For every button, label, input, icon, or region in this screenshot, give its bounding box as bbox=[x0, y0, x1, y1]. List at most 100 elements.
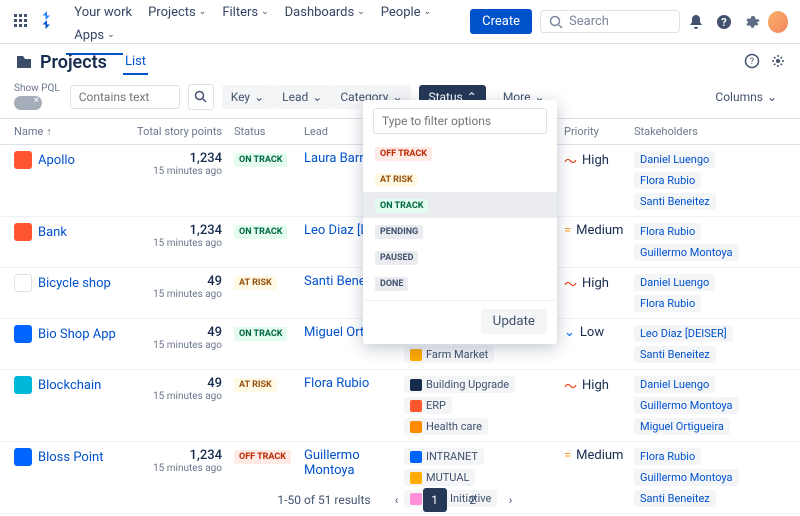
stakeholders-cell: Daniel Luengo Flora Rubio Santi Beneitez bbox=[634, 151, 800, 210]
project-name-cell[interactable]: Bank bbox=[14, 223, 124, 241]
page-next[interactable]: › bbox=[499, 488, 523, 512]
child-project-chip[interactable]: MUTUAL bbox=[404, 469, 475, 486]
nav-filters[interactable]: Filters⌄ bbox=[214, 1, 276, 24]
project-name-cell[interactable]: Blockchain bbox=[14, 376, 124, 394]
page-1[interactable]: 1 bbox=[423, 488, 447, 512]
priority-icon: 〜 bbox=[564, 274, 577, 293]
nav-dashboards[interactable]: Dashboards⌄ bbox=[277, 1, 373, 24]
status-filter-popover: OFF TRACKAT RISKON TRACKPENDINGPAUSEDDON… bbox=[363, 100, 557, 344]
status-option-off-track[interactable]: OFF TRACK bbox=[363, 140, 557, 166]
stakeholder-chip[interactable]: Miguel Ortigueira bbox=[634, 418, 730, 435]
contains-text-input[interactable] bbox=[70, 85, 180, 109]
project-name-cell[interactable]: Bicycle shop bbox=[14, 274, 124, 292]
project-icon bbox=[14, 325, 32, 343]
lead-cell[interactable]: Flora Rubio bbox=[304, 376, 404, 391]
project-name-cell[interactable]: Bloss Point bbox=[14, 448, 124, 466]
page-settings-icon[interactable] bbox=[770, 53, 786, 73]
chevron-down-icon: ⌄ bbox=[312, 90, 322, 104]
stakeholder-chip[interactable]: Leo Diaz [DEISER] bbox=[634, 325, 733, 342]
columns-button[interactable]: Columns⌄ bbox=[706, 85, 786, 109]
nav-people[interactable]: People⌄ bbox=[373, 1, 439, 24]
status-option-pending[interactable]: PENDING bbox=[363, 218, 557, 244]
status-cell: ON TRACK bbox=[234, 223, 304, 239]
project-name-cell[interactable]: Bio Shop App bbox=[14, 325, 124, 343]
user-avatar[interactable] bbox=[768, 11, 788, 33]
stakeholder-chip[interactable]: Guillermo Montoya bbox=[634, 397, 739, 414]
priority-icon: = bbox=[564, 223, 571, 238]
page-help-icon[interactable]: ? bbox=[744, 53, 760, 73]
status-cell: AT RISK bbox=[234, 376, 304, 392]
stakeholder-chip[interactable]: Daniel Luengo bbox=[634, 274, 715, 291]
page-prev[interactable]: ‹ bbox=[385, 488, 409, 512]
status-filter-input[interactable] bbox=[373, 108, 547, 134]
stakeholder-chip[interactable]: Santi Beneitez bbox=[634, 346, 716, 363]
story-points-cell: 1,23415 minutes ago bbox=[124, 223, 234, 249]
priority-icon: = bbox=[564, 448, 571, 463]
project-icon bbox=[14, 448, 32, 466]
pagination: 1-50 of 51 results ‹ 1 2 › bbox=[0, 488, 800, 512]
priority-cell: =Medium bbox=[564, 223, 634, 238]
global-search[interactable]: Search bbox=[540, 10, 680, 33]
tab-list[interactable]: List bbox=[123, 50, 148, 75]
status-option-done[interactable]: DONE bbox=[363, 270, 557, 296]
jira-logo-icon[interactable] bbox=[38, 11, 56, 33]
col-points[interactable]: Total story points bbox=[124, 125, 234, 138]
key-filter-button[interactable]: Key⌄ bbox=[222, 85, 273, 109]
search-icon bbox=[549, 15, 563, 29]
stakeholder-chip[interactable]: Flora Rubio bbox=[634, 295, 701, 312]
stakeholder-chip[interactable]: Daniel Luengo bbox=[634, 151, 715, 168]
child-project-chip[interactable]: INTRANET bbox=[404, 448, 484, 465]
status-option-on-track[interactable]: ON TRACK bbox=[363, 192, 557, 218]
status-update-button[interactable]: Update bbox=[481, 309, 547, 334]
priority-cell: 〜High bbox=[564, 151, 634, 170]
child-project-chip[interactable]: Farm Market bbox=[404, 346, 494, 363]
chevron-down-icon: ⌄ bbox=[357, 7, 365, 17]
stakeholder-chip[interactable]: Guillermo Montoya bbox=[634, 244, 739, 261]
status-cell: ON TRACK bbox=[234, 151, 304, 167]
project-name-cell[interactable]: Apollo bbox=[14, 151, 124, 169]
lead-cell[interactable]: Guillermo Montoya bbox=[304, 448, 404, 478]
stakeholder-chip[interactable]: Guillermo Montoya bbox=[634, 469, 739, 486]
stakeholder-chip[interactable]: Flora Rubio bbox=[634, 172, 701, 189]
col-priority[interactable]: Priority bbox=[564, 125, 634, 138]
notifications-icon[interactable] bbox=[684, 9, 708, 35]
priority-cell: ⌄Low bbox=[564, 325, 634, 340]
app-switcher-icon[interactable] bbox=[12, 11, 32, 33]
priority-cell: =Medium bbox=[564, 448, 634, 463]
stakeholder-chip[interactable]: Flora Rubio bbox=[634, 223, 701, 240]
pagination-summary: 1-50 of 51 results bbox=[277, 493, 370, 507]
create-button[interactable]: Create bbox=[470, 9, 532, 34]
project-icon bbox=[14, 274, 32, 292]
child-project-chip[interactable]: Health care bbox=[404, 418, 488, 435]
filter-search-button[interactable] bbox=[188, 84, 214, 110]
child-project-chip[interactable]: ERP bbox=[404, 397, 452, 414]
col-name[interactable]: Name ↑ bbox=[14, 125, 124, 138]
chevron-down-icon: ⌄ bbox=[261, 7, 269, 17]
stakeholder-chip[interactable]: Daniel Luengo bbox=[634, 376, 715, 393]
search-placeholder: Search bbox=[569, 14, 609, 29]
nav-projects[interactable]: Projects⌄ bbox=[140, 1, 214, 24]
story-points-cell: 4915 minutes ago bbox=[124, 274, 234, 300]
col-status[interactable]: Status bbox=[234, 125, 304, 138]
status-option-paused[interactable]: PAUSED bbox=[363, 244, 557, 270]
child-project-chip[interactable]: Building Upgrade bbox=[404, 376, 515, 393]
projects-icon bbox=[14, 53, 34, 73]
help-icon[interactable]: ? bbox=[712, 9, 736, 35]
chevron-down-icon: ⌄ bbox=[107, 30, 115, 40]
nav-apps[interactable]: Apps⌄ bbox=[66, 24, 122, 55]
priority-cell: 〜High bbox=[564, 376, 634, 395]
stakeholders-cell: Leo Diaz [DEISER] Santi Beneitez bbox=[634, 325, 800, 363]
stakeholder-chip[interactable]: Flora Rubio bbox=[634, 448, 701, 465]
svg-text:?: ? bbox=[721, 16, 727, 29]
lead-filter-button[interactable]: Lead⌄ bbox=[273, 85, 331, 109]
stakeholder-chip[interactable]: Santi Beneitez bbox=[634, 193, 716, 210]
settings-icon[interactable] bbox=[740, 9, 764, 35]
col-stakeholders[interactable]: Stakeholders bbox=[634, 125, 800, 138]
nav-your-work[interactable]: Your work bbox=[66, 1, 140, 24]
priority-icon: 〜 bbox=[564, 151, 577, 170]
page-2[interactable]: 2 bbox=[461, 488, 485, 512]
show-pql-toggle[interactable]: Show PQL bbox=[14, 83, 60, 110]
story-points-cell: 4915 minutes ago bbox=[124, 376, 234, 402]
status-option-at-risk[interactable]: AT RISK bbox=[363, 166, 557, 192]
sort-asc-icon: ↑ bbox=[46, 125, 52, 138]
